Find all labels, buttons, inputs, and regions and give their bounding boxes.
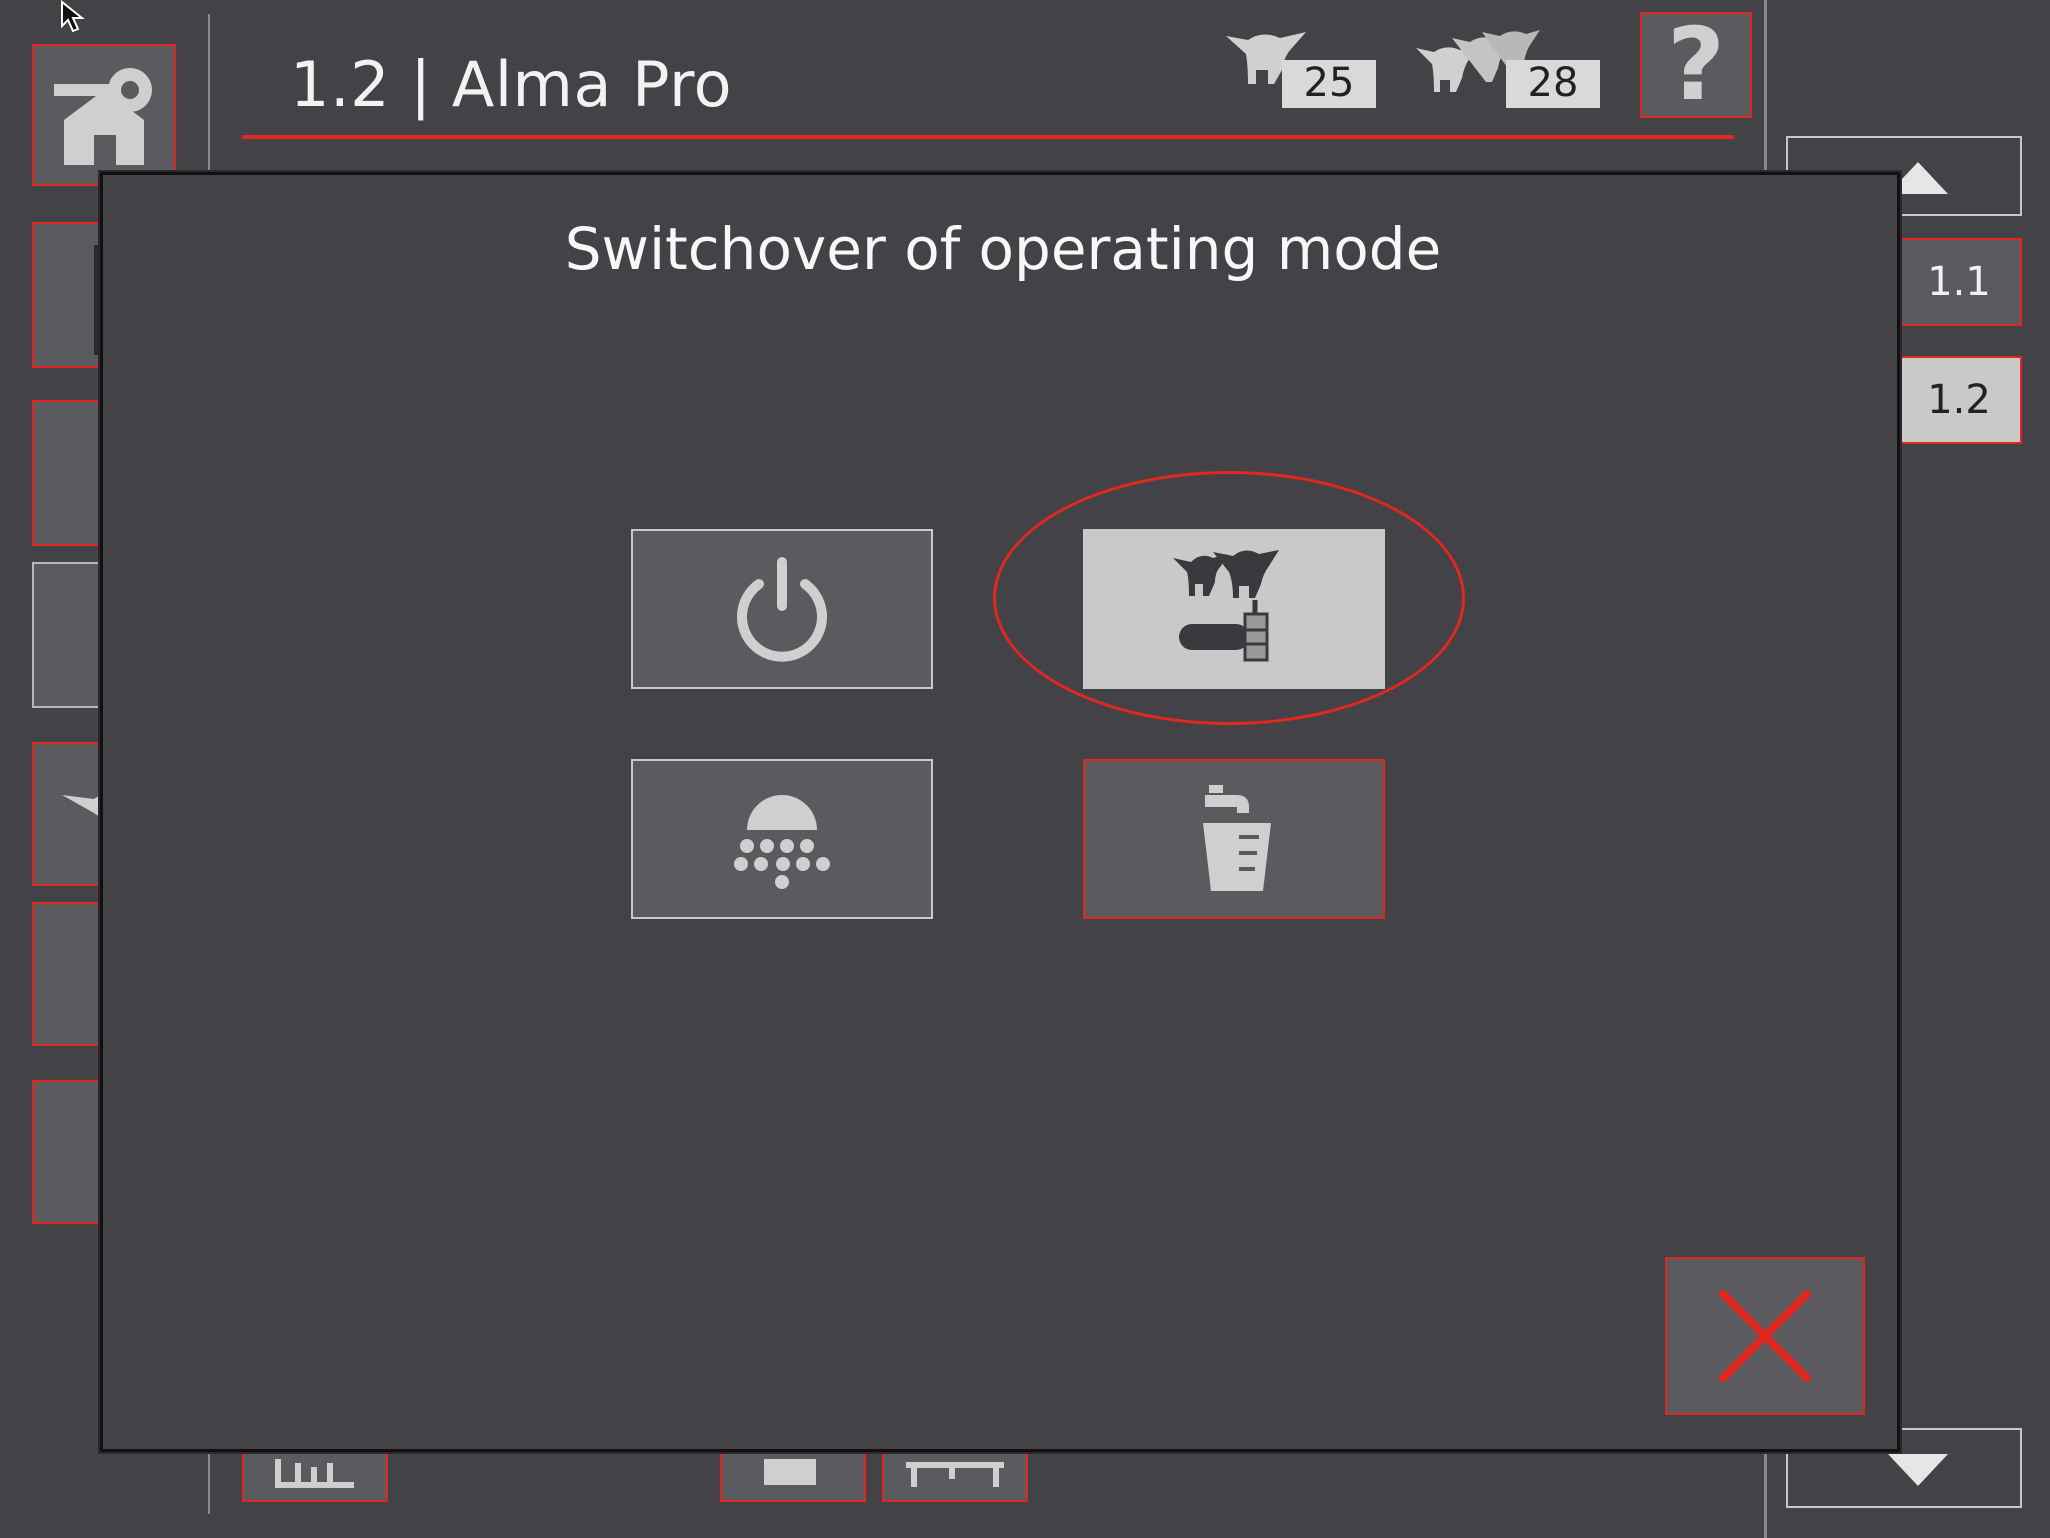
group-count-badge: 28 bbox=[1506, 60, 1600, 108]
mode-cleaning-button[interactable] bbox=[631, 759, 933, 919]
tap-bucket-icon bbox=[1203, 785, 1271, 891]
mode-feeding-button[interactable] bbox=[1083, 529, 1385, 689]
mode-water-tank-button[interactable] bbox=[1083, 759, 1385, 919]
page-button-1-1[interactable]: 1.1 bbox=[1896, 238, 2022, 326]
arrow-down-icon bbox=[1888, 1454, 1948, 1486]
close-dialog-button[interactable] bbox=[1665, 1257, 1865, 1415]
feeder-icon bbox=[906, 1462, 1004, 1487]
machine-icon bbox=[764, 1459, 816, 1485]
single-animal-counter: 25 bbox=[1222, 26, 1382, 116]
power-icon bbox=[737, 557, 827, 662]
operating-mode-dialog: Switchover of operating mode bbox=[100, 172, 1900, 1452]
page-button-1-2[interactable]: 1.2 bbox=[1896, 356, 2022, 444]
shower-cleaning-icon bbox=[734, 795, 830, 889]
calf-feeding-icon bbox=[1173, 550, 1279, 662]
close-x-icon bbox=[1719, 1290, 1811, 1382]
mouse-cursor-icon bbox=[61, 0, 85, 33]
page-title: 1.2 | Alma Pro bbox=[290, 48, 732, 121]
chart-icon bbox=[275, 1459, 354, 1488]
title-underline bbox=[242, 135, 1734, 139]
help-button[interactable]: ? bbox=[1640, 12, 1752, 118]
key-house-icon bbox=[54, 68, 152, 165]
mode-power-off-button[interactable] bbox=[631, 529, 933, 689]
group-animal-counter: 28 bbox=[1412, 26, 1602, 116]
sidebar-key-house-button[interactable] bbox=[32, 44, 176, 186]
dialog-title: Switchover of operating mode bbox=[564, 215, 1442, 283]
animal-count-badge: 25 bbox=[1282, 60, 1376, 108]
